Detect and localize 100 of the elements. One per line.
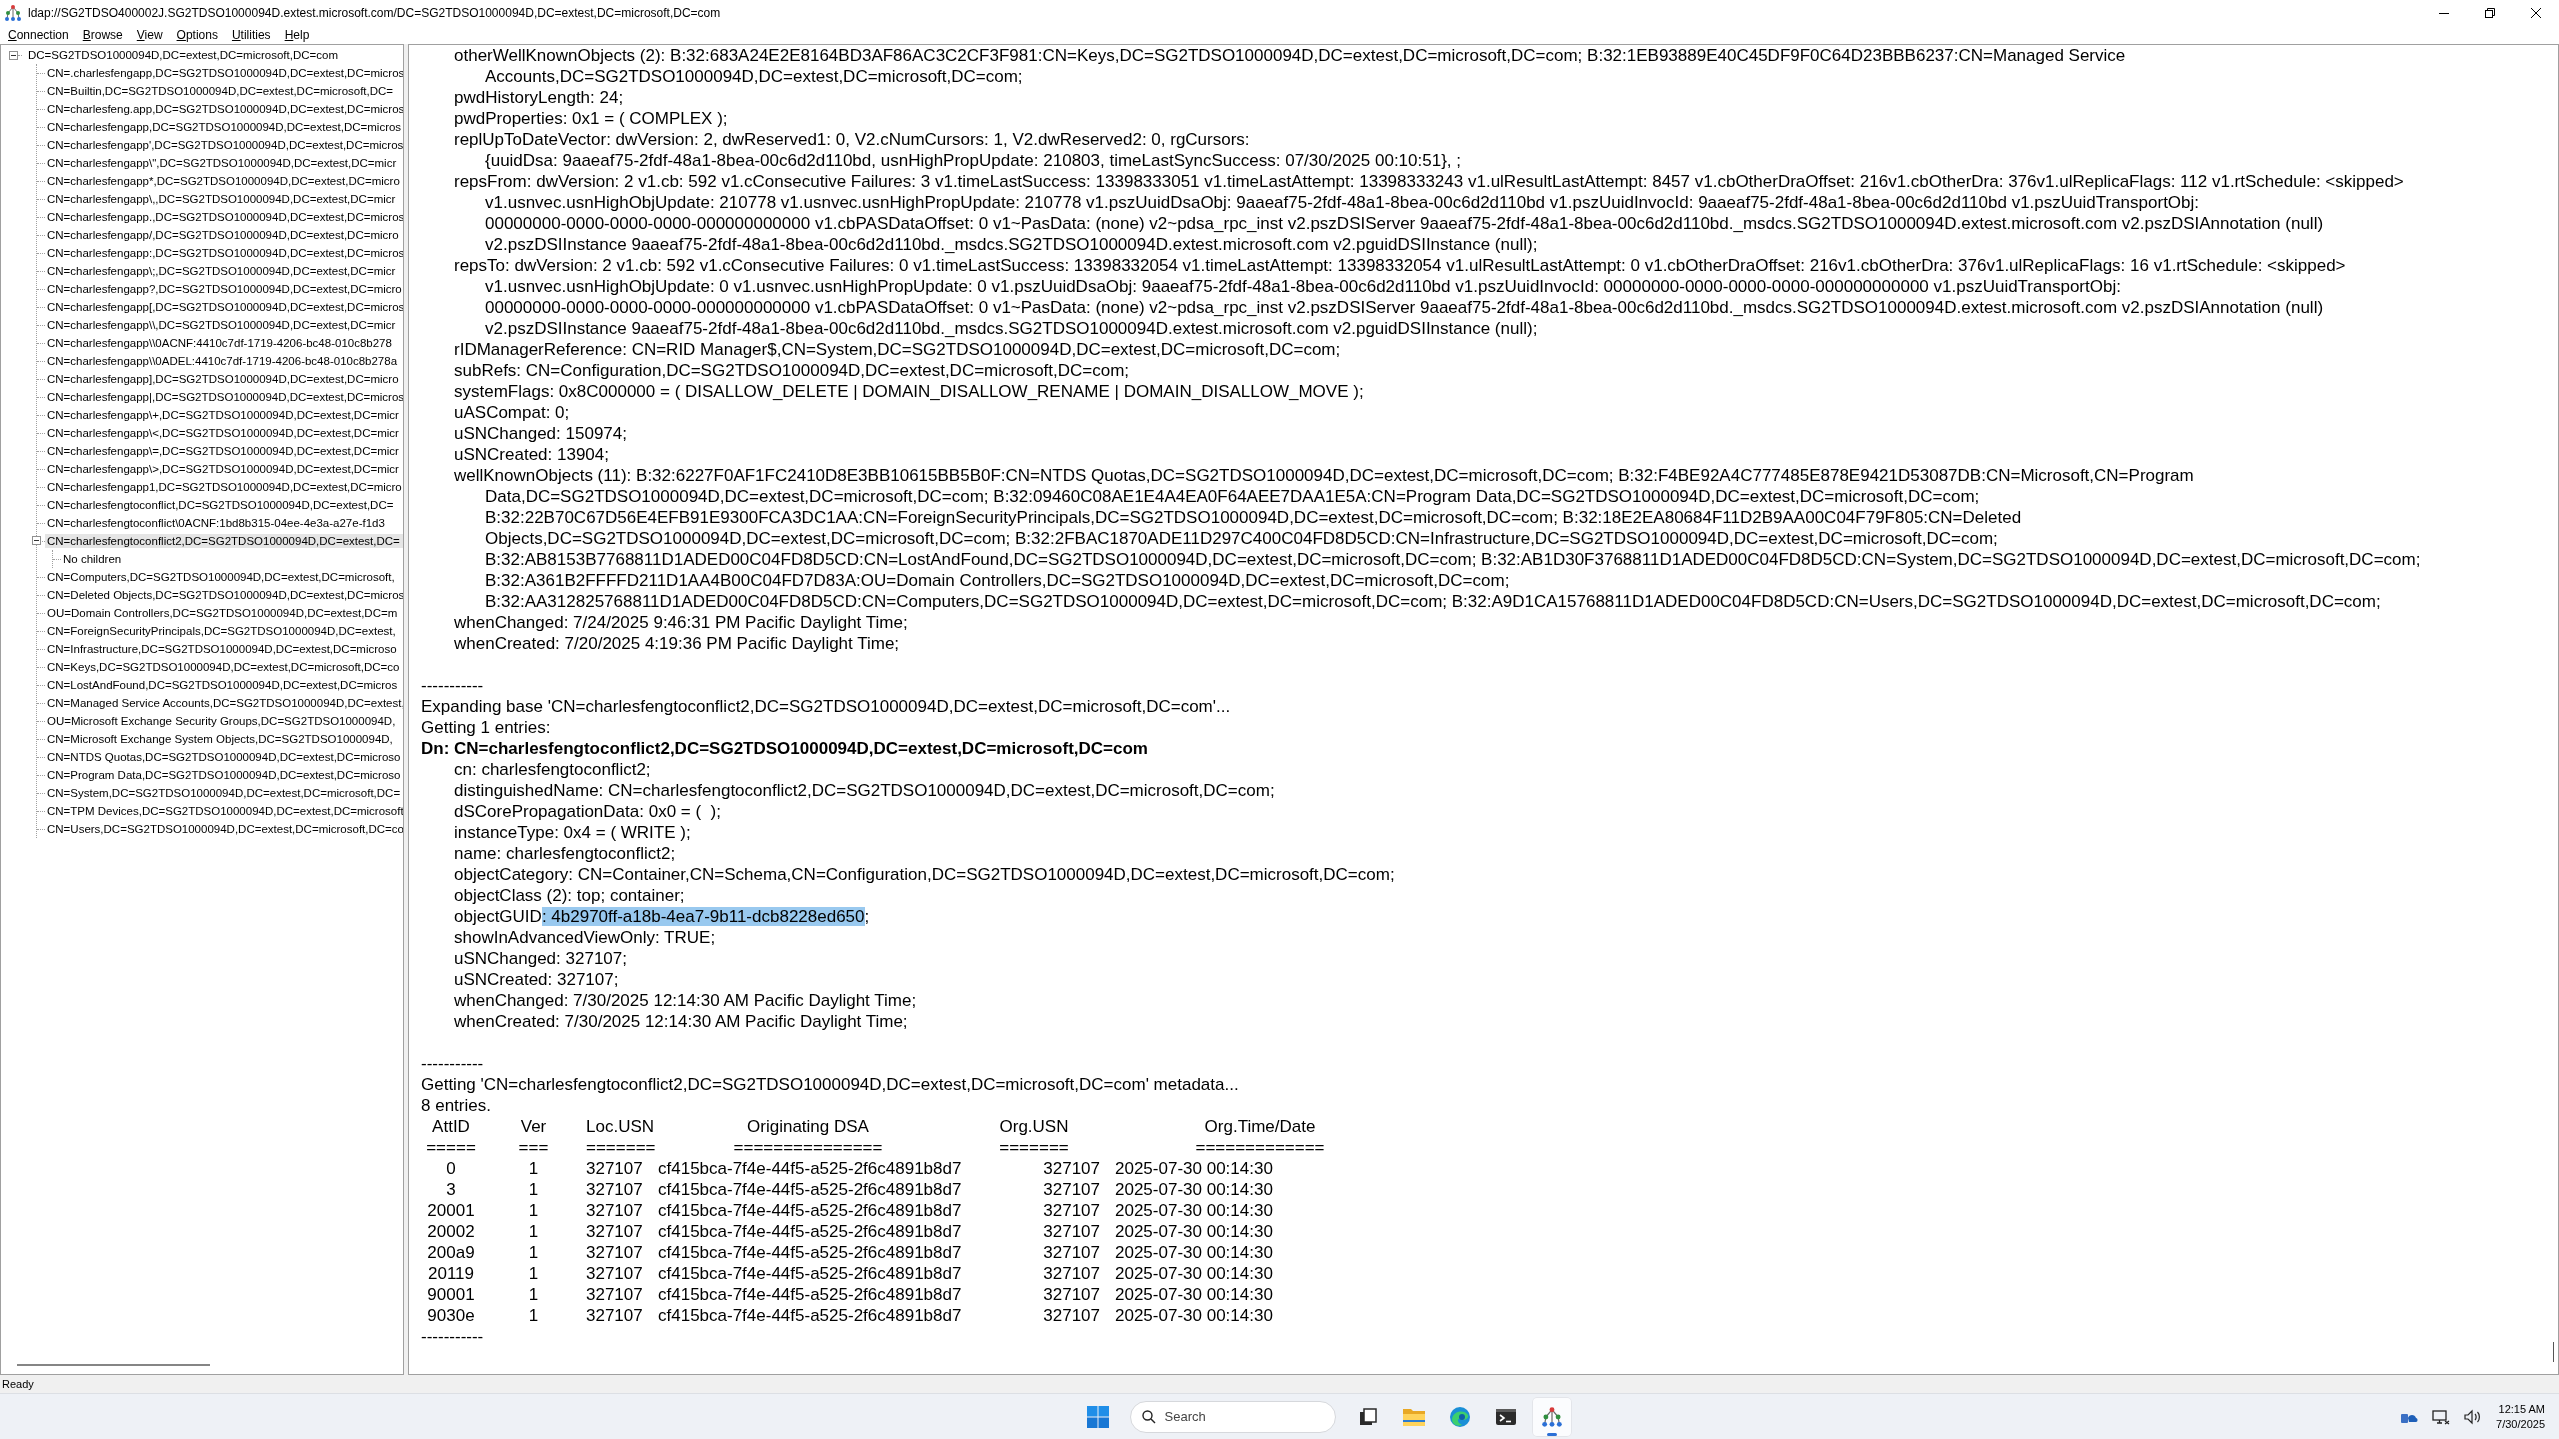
tree-item[interactable]: OU=Domain Controllers,DC=SG2TDSO1000094D,DC=extest,DC=m (45, 606, 403, 620)
attribute-entry: otherWellKnownObjects (2): B:32:683A24E2E8164BD3AF86AC3C2CF3F981:CN=Keys,DC=SG2TDSO1000094D,DC=extest,DC=microsoft,DC=com; B:32:1EB93889E40C45DF9F0C64D23BBB6237:CN=Managed Service Accounts,DC=SG2TDSO1000094D,DC=extest,DC=microsoft,DC=com; (453, 45, 2127, 87)
tree-item[interactable]: CN=charlesfengapp1,DC=SG2TDSO1000094D,DC=extest,DC=micro (45, 480, 403, 494)
table-cell: 90001 (427, 1284, 475, 1305)
collapse-icon[interactable] (9, 50, 18, 60)
table-cell: cf415bca-7f4e-44f5-a525-2f6c4891b8d7 (658, 1284, 962, 1305)
ldp-app-button[interactable] (1531, 1396, 1572, 1437)
tree-item[interactable]: CN=charlesfengtoconflict\0ACNF:1bd8b315-04ee-4e3a-a27e-f1d3 (45, 516, 403, 530)
menu-item[interactable]: View (129, 28, 170, 42)
tree-item[interactable]: CN=charlesfengapp?,DC=SG2TDSO1000094D,DC=extest,DC=micro (45, 282, 403, 296)
table-cell: 1 (528, 1179, 539, 1200)
tree-item[interactable]: CN=charlesfengapp|,DC=SG2TDSO1000094D,DC=extest,DC=micros (45, 390, 403, 404)
attribute-entry: subRefs: CN=Configuration,DC=SG2TDSO1000094D,DC=extest,DC=microsoft,DC=com; (453, 360, 1131, 381)
tree-item[interactable]: CN=Managed Service Accounts,DC=SG2TDSO1000094D,DC=extest, (45, 696, 403, 710)
tree-item[interactable]: CN=.charlesfengapp,DC=SG2TDSO1000094D,DC=extest,DC=micros (45, 66, 403, 80)
clock[interactable]: 12:15 AM 7/30/2025 (2496, 1401, 2545, 1432)
attribute-entry: objectCategory: CN=Container,CN=Schema,CN=Configuration,DC=SG2TDSO1000094D,DC=extest,DC=microsoft,DC=com; (453, 864, 1396, 885)
table-cell: 327107 (586, 1179, 643, 1200)
output-line: 8 entries. (421, 1095, 492, 1116)
tree-item[interactable]: CN=NTDS Quotas,DC=SG2TDSO1000094D,DC=extest,DC=microso (45, 750, 403, 764)
volume-icon[interactable] (2464, 1408, 2483, 1425)
table-cell: cf415bca-7f4e-44f5-a525-2f6c4891b8d7 (658, 1200, 962, 1221)
tree-item[interactable]: CN=charlesfengapp\+,DC=SG2TDSO1000094D,DC=extest,DC=micr (45, 408, 403, 422)
vertical-scrollbar[interactable] (2553, 1342, 2554, 1362)
table-cell: 9030e (427, 1305, 475, 1326)
tree-item[interactable]: CN=Computers,DC=SG2TDSO1000094D,DC=extest,DC=microsoft, (45, 570, 403, 584)
tree-item[interactable]: CN=charlesfengapp.,DC=SG2TDSO1000094D,DC=extest,DC=micros (45, 210, 403, 224)
tree-item[interactable]: CN=charlesfengapp\>,DC=SG2TDSO1000094D,DC=extest,DC=micr (45, 462, 403, 476)
tree-item[interactable]: OU=Microsoft Exchange Security Groups,DC=SG2TDSO1000094D, (45, 714, 403, 728)
tree-item[interactable]: CN=charlesfengapp\<,DC=SG2TDSO1000094D,DC=extest,DC=micr (45, 426, 403, 440)
menu-item[interactable]: Utilities (224, 28, 278, 42)
tree-item[interactable]: CN=charlesfengapp\=,DC=SG2TDSO1000094D,DC=extest,DC=micr (45, 444, 403, 458)
tree-item[interactable]: CN=charlesfengapp',DC=SG2TDSO1000094D,DC=extest,DC=micros (45, 138, 403, 152)
tree-item[interactable]: CN=Users,DC=SG2TDSO1000094D,DC=extest,DC=microsoft,DC=co (45, 822, 403, 836)
menu-item[interactable]: Browse (75, 28, 130, 42)
tree-item[interactable]: CN=charlesfengtoconflict2,DC=SG2TDSO1000094D,DC=extest,DC= (45, 534, 403, 548)
tree-item[interactable]: CN=charlesfengapp\\0ADEL:4410c7df-1719-4206-bc48-010c8b278a (45, 354, 403, 368)
table-cell: cf415bca-7f4e-44f5-a525-2f6c4891b8d7 (658, 1263, 962, 1284)
table-cell: 2025-07-30 00:14:30 (1115, 1284, 1273, 1305)
tree-item[interactable]: CN=charlesfengapp/,DC=SG2TDSO1000094D,DC=extest,DC=micro (45, 228, 403, 242)
collapse-icon[interactable] (32, 536, 41, 545)
table-cell: cf415bca-7f4e-44f5-a525-2f6c4891b8d7 (658, 1305, 962, 1326)
tree-item[interactable]: CN=TPM Devices,DC=SG2TDSO1000094D,DC=extest,DC=microsoft (45, 804, 403, 818)
tree-item[interactable]: CN=charlesfengapp\\0ACNF:4410c7df-1719-4206-bc48-010c8b278 (45, 336, 403, 350)
attribute-entry: distinguishedName: CN=charlesfengtoconflict2,DC=SG2TDSO1000094D,DC=extest,DC=microsoft,DC=com; (453, 780, 1276, 801)
table-cell: 327107 (586, 1284, 643, 1305)
window-title: ldap://SG2TDSO400002J.SG2TDSO1000094D.extest.microsoft.com/DC=SG2TDSO1000094D,DC=extest,DC=microsoft,DC=com (28, 6, 722, 20)
tree-item[interactable]: CN=charlesfengapp[,DC=SG2TDSO1000094D,DC=extest,DC=micros (45, 300, 403, 314)
separator-text: ----------- (421, 1326, 485, 1347)
horizontal-scrollbar[interactable] (17, 1364, 210, 1366)
search-field[interactable]: Search (1129, 1400, 1336, 1433)
tree-item[interactable]: CN=charlesfengapp],DC=SG2TDSO1000094D,DC=extest,DC=micro (45, 372, 403, 386)
tree-item[interactable]: CN=charlesfeng.app,DC=SG2TDSO1000094D,DC=extest,DC=micros (45, 102, 403, 116)
table-cell: 327107 (1043, 1179, 1100, 1200)
column-header: Org.USN (999, 1116, 1069, 1137)
attribute-entry: objectClass (2): top; container; (453, 885, 686, 906)
attribute-entry: pwdProperties: 0x1 = ( COMPLEX ); (453, 108, 729, 129)
tree-item[interactable]: CN=Program Data,DC=SG2TDSO1000094D,DC=extest,DC=microso (45, 768, 403, 782)
attribute-entry: instanceType: 0x4 = ( WRITE ); (453, 822, 692, 843)
tree-item[interactable]: CN=LostAndFound,DC=SG2TDSO1000094D,DC=extest,DC=micros (45, 678, 403, 692)
tree-item[interactable]: CN=charlesfengapp,DC=SG2TDSO1000094D,DC=extest,DC=micros (45, 120, 403, 134)
column-header: Ver (520, 1116, 547, 1137)
attribute-entry: replUpToDateVector: dwVersion: 2, dwReserved1: 0, V2.cNumCursors: 1, V2.dwReserved2: 0, rgCursors: {uuidDsa: 9aaeaf75-2fdf-48a1-8bea-00c6d2d110bd, usnHighPropUpdate: 210803, timeLastSyncSuccess: 07/30/2025 00:10:51}, ; (453, 129, 1462, 171)
column-underline: =============== (733, 1137, 883, 1158)
column-underline: === (518, 1137, 549, 1158)
tree-item[interactable]: CN=charlesfengapp\,,DC=SG2TDSO1000094D,DC=extest,DC=micr (45, 192, 403, 206)
tree-item[interactable]: DC=SG2TDSO1000094D,DC=extest,DC=microsoft,DC=com (26, 48, 403, 62)
output-line: Getting 'CN=charlesfengtoconflict2,DC=SG2TDSO1000094D,DC=extest,DC=microsoft,DC=com' metadata... (421, 1074, 1240, 1095)
network-icon[interactable] (2432, 1408, 2451, 1425)
tree-item[interactable]: CN=Deleted Objects,DC=SG2TDSO1000094D,DC=extest,DC=micros (45, 588, 403, 602)
table-cell: 1 (528, 1263, 539, 1284)
menu-item[interactable]: Connection (1, 28, 76, 42)
attribute-entry: uSNCreated: 13904; (453, 444, 610, 465)
attribute-entry: uSNCreated: 327107; (453, 969, 620, 990)
table-cell: 327107 (1043, 1158, 1100, 1179)
tree-item[interactable]: CN=charlesfengapp*,DC=SG2TDSO1000094D,DC=extest,DC=micro (45, 174, 403, 188)
tree-item[interactable]: CN=charlesfengapp\\,DC=SG2TDSO1000094D,DC=extest,DC=micr (45, 318, 403, 332)
table-cell: 200a9 (427, 1242, 475, 1263)
attribute-entry: uASCompat: 0; (453, 402, 571, 423)
menu-item[interactable]: Help (277, 28, 317, 42)
separator-text: ----------- (421, 1053, 485, 1074)
tree-item[interactable]: CN=charlesfengtoconflict,DC=SG2TDSO1000094D,DC=extest,DC= (45, 498, 403, 512)
tree-item[interactable]: CN=Builtin,DC=SG2TDSO1000094D,DC=extest,DC=microsoft,DC= (45, 84, 403, 98)
tree-item[interactable]: CN=charlesfengapp\;,DC=SG2TDSO1000094D,DC=extest,DC=micr (45, 264, 403, 278)
table-cell: 2025-07-30 00:14:30 (1115, 1305, 1273, 1326)
tree-item[interactable]: CN=charlesfengapp:,DC=SG2TDSO1000094D,DC=extest,DC=micros (45, 246, 403, 260)
table-cell: 327107 (1043, 1221, 1100, 1242)
menu-item[interactable]: Options (169, 28, 225, 42)
attribute-entry: cn: charlesfengtoconflict2; (453, 759, 652, 780)
table-cell: 3 (446, 1179, 456, 1200)
output-line: Getting 1 entries: (421, 717, 552, 738)
attribute-entry: pwdHistoryLength: 24; (453, 87, 625, 108)
table-cell: 0 (446, 1158, 456, 1179)
tree-item[interactable]: CN=charlesfengapp\",DC=SG2TDSO1000094D,DC=extest,DC=micr (45, 156, 403, 170)
tree-item[interactable]: No children (61, 552, 403, 566)
tree-item[interactable]: CN=Keys,DC=SG2TDSO1000094D,DC=extest,DC=microsoft,DC=co (45, 660, 403, 674)
tree-item[interactable]: CN=Infrastructure,DC=SG2TDSO1000094D,DC=extest,DC=microso (45, 642, 403, 656)
tree-item[interactable]: CN=System,DC=SG2TDSO1000094D,DC=extest,DC=microsoft,DC= (45, 786, 403, 800)
tree-item[interactable]: CN=Microsoft Exchange System Objects,DC=SG2TDSO1000094D, (45, 732, 403, 746)
tree-item[interactable]: CN=ForeignSecurityPrincipals,DC=SG2TDSO1000094D,DC=extest, (45, 624, 403, 638)
